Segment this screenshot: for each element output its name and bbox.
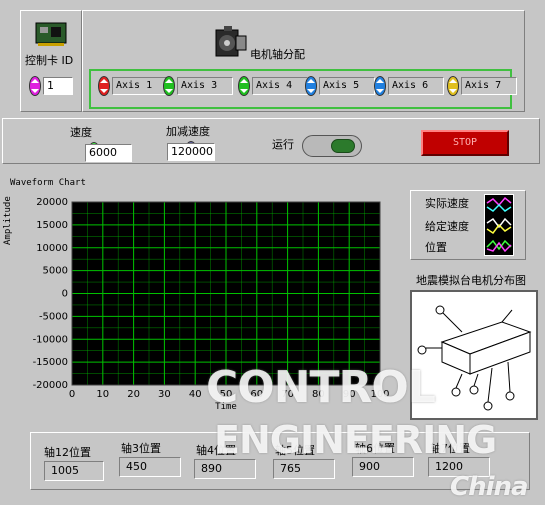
- x-tick-label: 30: [158, 389, 171, 400]
- run-toggle-switch[interactable]: [302, 135, 362, 157]
- chart-x-axis-label: Time: [215, 402, 237, 412]
- x-tick-label: 100: [370, 389, 389, 400]
- legend-set-speed: 给定速度: [425, 220, 469, 233]
- pos-label-axis3: 轴3位置: [121, 442, 161, 455]
- pos-label-axis5: 轴5位置: [275, 444, 315, 457]
- pos-value-axis7: 1200: [428, 457, 490, 477]
- control-card-icon: [35, 20, 69, 46]
- map-title: 地震模拟台电机分布图: [416, 274, 526, 287]
- y-tick-label: 10000: [36, 243, 68, 254]
- pos-label-axis6: 轴6位置: [355, 442, 395, 455]
- x-tick-label: 10: [96, 389, 109, 400]
- x-tick-label: 60: [250, 389, 263, 400]
- speed-input[interactable]: 6000: [85, 144, 132, 162]
- x-tick-label: 80: [312, 389, 325, 400]
- run-led-indicator: [331, 139, 355, 153]
- y-tick-label: -5000: [39, 311, 68, 322]
- y-tick-label: 15000: [36, 220, 68, 231]
- card-id-ring-icon[interactable]: [29, 76, 41, 96]
- axis-select-label: Axis 7: [461, 77, 517, 95]
- run-label: 运行: [272, 138, 294, 151]
- motor-assign-label: 电机轴分配: [250, 48, 305, 61]
- pos-label-axis4: 轴4位置: [196, 444, 236, 457]
- x-tick-label: 20: [127, 389, 140, 400]
- x-tick-label: 0: [69, 389, 75, 400]
- y-tick-label: 0: [62, 289, 68, 300]
- legend-actual-speed: 实际速度: [425, 197, 469, 210]
- x-tick-label: 90: [343, 389, 356, 400]
- axis-select-label: Axis 4: [252, 77, 308, 95]
- stop-button[interactable]: STOP: [421, 130, 509, 156]
- pos-value-axis5: 765: [273, 459, 335, 479]
- y-tick-label: 5000: [43, 266, 68, 277]
- x-tick-label: 70: [281, 389, 294, 400]
- servo-motor-icon: [212, 22, 252, 62]
- legend-plot-swatch[interactable]: [484, 194, 514, 256]
- pos-value-axis6: 900: [352, 457, 414, 477]
- pos-label-axis12: 轴12位置: [44, 446, 91, 459]
- pos-label-axis7: 轴7位置: [430, 442, 470, 455]
- axis-select-label: Axis 3: [177, 77, 233, 95]
- y-tick-label: 20000: [36, 197, 68, 208]
- card-id-label: 控制卡 ID: [25, 54, 74, 67]
- axis-ring-icon[interactable]: [98, 76, 110, 96]
- axis-select-label: Axis 6: [388, 77, 444, 95]
- axis-ring-icon[interactable]: [447, 76, 459, 96]
- accel-label: 加减速度: [166, 125, 210, 138]
- axis-ring-icon[interactable]: [305, 76, 317, 96]
- pos-value-axis3: 450: [119, 457, 181, 477]
- axis-ring-icon[interactable]: [238, 76, 250, 96]
- axis-select-label: Axis 5: [319, 77, 375, 95]
- pos-value-axis4: 890: [194, 459, 256, 479]
- x-tick-label: 50: [220, 389, 233, 400]
- y-tick-label: -20000: [33, 380, 68, 391]
- waveform-chart: 0 10 20 30 40 50 60 70 80 90 100 20000 15000 10000 500…: [33, 197, 390, 412]
- axis-ring-icon[interactable]: [163, 76, 175, 96]
- x-tick-label: 40: [189, 389, 202, 400]
- motor-distribution-diagram: [410, 290, 538, 420]
- y-tick-label: -10000: [33, 334, 68, 345]
- card-id-input[interactable]: 1: [43, 77, 73, 95]
- axis-ring-icon[interactable]: [374, 76, 386, 96]
- y-tick-label: -15000: [33, 357, 68, 368]
- accel-input[interactable]: 120000: [167, 143, 215, 161]
- legend-position: 位置: [425, 241, 447, 254]
- pos-value-axis12: 1005: [44, 461, 104, 481]
- speed-label: 速度: [70, 126, 92, 139]
- axis-select-label: Axis 1: [112, 77, 168, 95]
